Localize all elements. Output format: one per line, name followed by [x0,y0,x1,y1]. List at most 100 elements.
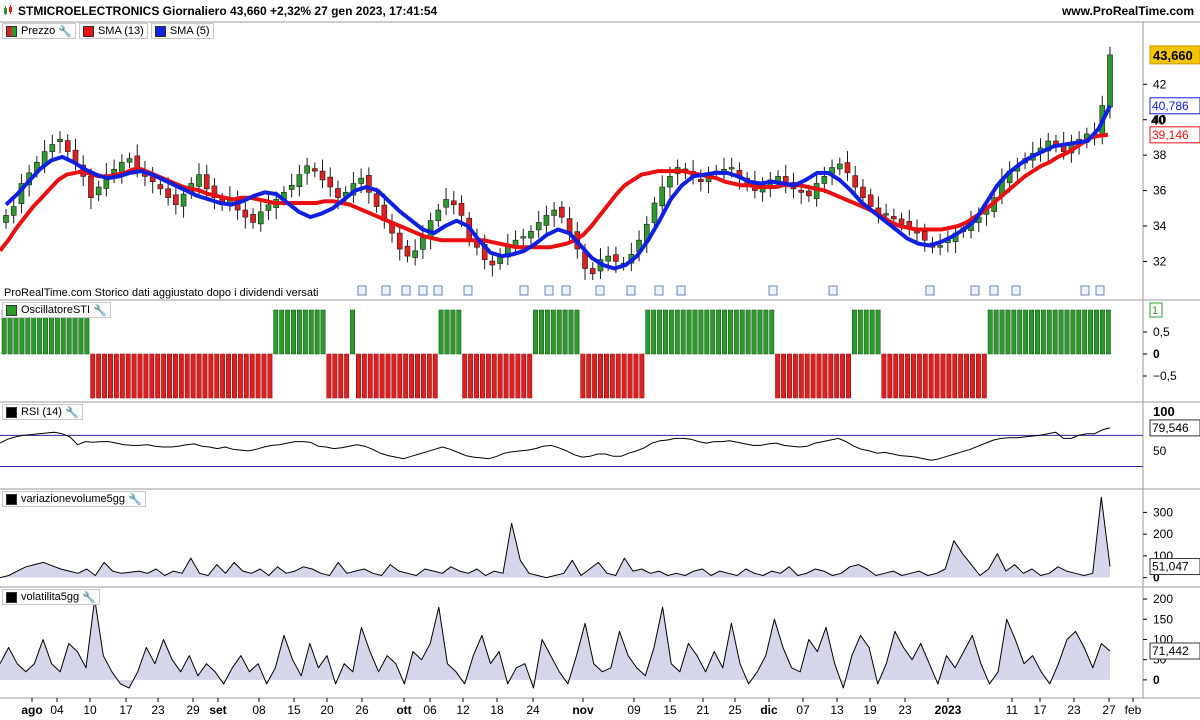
dividend-icon [357,285,367,296]
osc-bar [946,353,952,399]
y-tick-label: 36 [1153,184,1167,198]
dividend-icon [433,285,443,296]
osc-bar [810,353,816,399]
osc-bar [1046,309,1052,355]
candle [450,200,457,206]
osc-bar [615,353,621,399]
x-tick-label: 23 [151,703,165,717]
x-tick-label: ott [396,703,411,717]
wrench-icon[interactable]: 🔧 [58,25,72,38]
osc-bar [940,353,946,399]
osc-bar [119,353,125,399]
osc-legend: OscillatoreSTI 🔧 [2,302,114,318]
x-tick-label: 2023 [935,703,962,717]
osc-bar [509,353,515,399]
osc-bar [172,353,178,399]
vol-tick-label: 300 [1153,505,1173,519]
osc-bar [273,309,279,355]
legend-rsi[interactable]: RSI (14) 🔧 [2,404,83,420]
last-price-label: 43,660 [1153,48,1193,63]
osc-bar [922,353,928,399]
vol-swatch [6,493,17,505]
osc-bar [533,309,539,355]
osc-bar [125,353,131,399]
legend-volat-label: volatilita5gg [21,591,80,603]
x-tick-label: 19 [863,703,877,717]
osc-bar [385,353,391,399]
dividend-icon [626,285,636,296]
dividend-icon [401,285,411,296]
legend-vol[interactable]: variazionevolume5gg 🔧 [2,491,146,507]
osc-bar [822,353,828,399]
site-link[interactable]: www.ProRealTime.com [1062,4,1194,18]
osc-bar [970,353,975,399]
osc-bar [302,309,308,355]
candle [821,176,828,184]
candle [95,186,102,196]
osc-bar [828,353,834,399]
osc-last-label: 1 [1152,305,1158,317]
candle [250,214,256,223]
wrench-icon[interactable]: 🔧 [93,304,107,317]
osc-bar [916,353,922,399]
vol-legend: variazionevolume5gg 🔧 [2,491,149,507]
osc-bar [497,353,503,399]
osc-bar [586,353,592,399]
osc-bar [1064,309,1070,355]
vol-last-label: 51,047 [1152,560,1189,574]
wrench-icon[interactable]: 🔧 [65,406,79,419]
osc-bar [474,353,479,399]
osc-bar [574,309,580,355]
x-tick-label: 10 [83,703,97,717]
sma13-last-label: 39,146 [1152,128,1189,142]
dividend-icon [1080,285,1090,296]
x-tick-label: 13 [830,703,844,717]
osc-bar [249,353,255,399]
osc-bar [391,353,397,399]
osc-bar [958,353,964,399]
osc-bar [544,309,550,355]
osc-bar [556,309,562,355]
candle [358,177,364,184]
osc-bar [763,309,769,355]
osc-bar [857,309,863,355]
osc-bar [255,353,261,399]
vol-tick-label: 200 [1153,527,1173,541]
candle [373,193,380,207]
candle [404,245,411,257]
wrench-icon[interactable]: 🔧 [82,591,96,604]
osc-bar [426,353,432,399]
rsi-line [0,427,1111,461]
legend-sma5[interactable]: SMA (5) [150,23,214,39]
candle [921,231,928,241]
osc-tick-label: 0,5 [1153,325,1170,339]
y-tick-label: 32 [1153,254,1167,268]
legend-volat[interactable]: volatilita5gg 🔧 [2,589,100,605]
osc-bar [462,353,468,399]
osc-bar [503,353,509,399]
osc-tick-label: 0 [1153,347,1160,361]
x-tick-label: 04 [50,703,64,717]
candle [88,176,94,198]
osc-bar [184,353,190,399]
wrench-icon[interactable]: 🔧 [128,493,142,506]
candle [559,206,565,218]
osc-bar [314,309,320,355]
osc-bar [214,353,220,399]
osc-bar [155,353,161,399]
osc-bar [149,353,155,399]
osc-bar [397,353,403,399]
osc-bar [450,309,456,355]
legend-sma13[interactable]: SMA (13) [78,23,148,39]
osc-bar [999,309,1005,355]
candle [180,193,187,207]
osc-bar [775,353,781,399]
candle [520,236,527,239]
legend-osc[interactable]: OscillatoreSTI 🔧 [2,302,111,318]
legend-price[interactable]: Prezzo 🔧 [2,23,76,39]
osc-bar [232,353,237,399]
osc-bar [1052,309,1058,355]
candlestick-icon [4,5,12,15]
osc-bar [893,353,899,399]
legend-sma13-label: SMA (13) [97,25,144,37]
